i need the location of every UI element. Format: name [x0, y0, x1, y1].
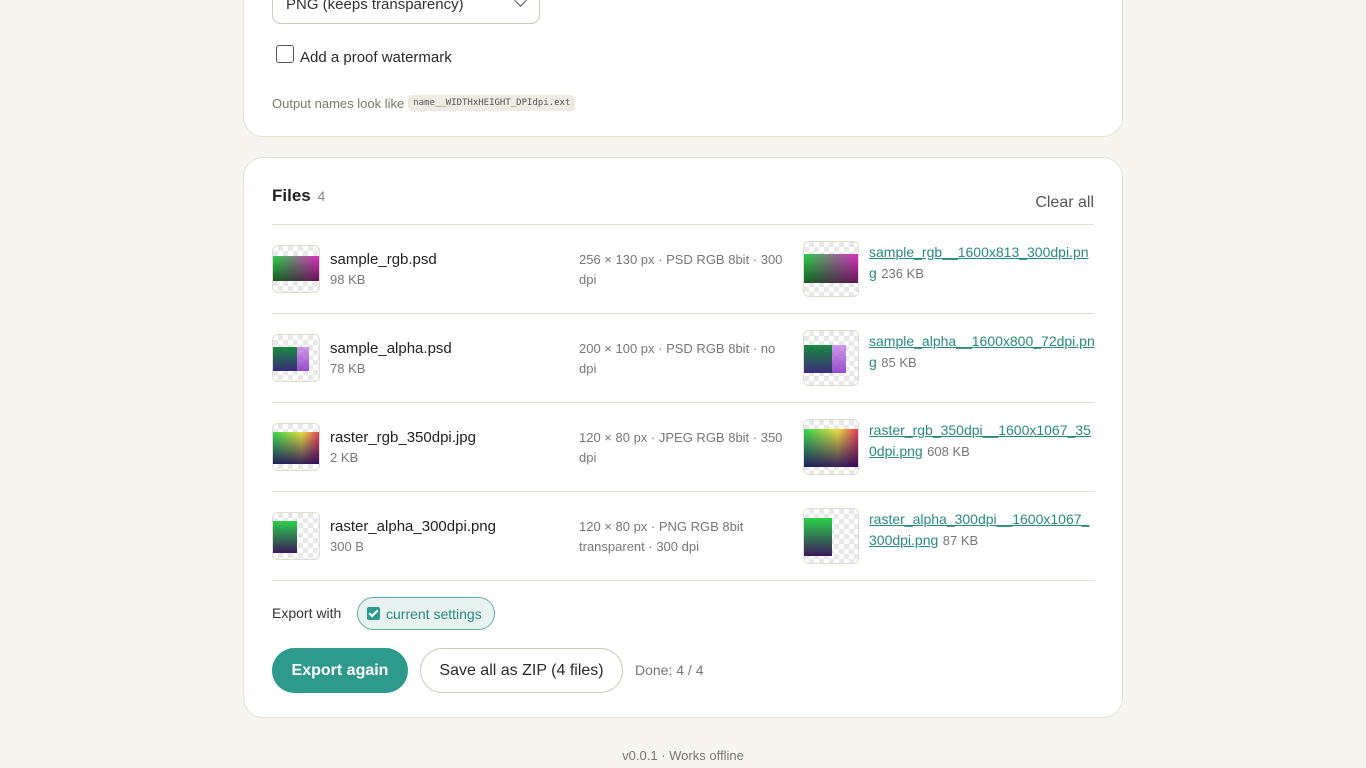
- input-thumbnail: [272, 245, 320, 293]
- file-meta: 256 × 130 px · PSD RGB 8bit · 300 dpi: [579, 252, 783, 287]
- file-name: sample_alpha.psd: [330, 340, 452, 357]
- file-size: 2 KB: [330, 450, 359, 465]
- file-size: 98 KB: [330, 272, 366, 287]
- file-size: 78 KB: [330, 361, 366, 376]
- output-info: raster_rgb_350dpi__1600x1067_350dpi.png …: [869, 420, 1095, 462]
- files-title-text: Files: [272, 186, 311, 205]
- file-row: sample_rgb.psd 98 KB 256 × 130 px · PSD …: [272, 225, 1094, 314]
- clear-all-button[interactable]: Clear all: [1035, 194, 1094, 212]
- current-settings-chip[interactable]: current settings: [357, 597, 495, 630]
- done-status: Done: 4 / 4: [635, 662, 704, 678]
- input-thumbnail: [272, 334, 320, 382]
- output-download-link[interactable]: raster_rgb_350dpi__1600x1067_350dpi.png: [869, 422, 1091, 459]
- file-row: raster_rgb_350dpi.jpg 2 KB 120 × 80 px ·…: [272, 403, 1094, 492]
- file-row: sample_alpha.psd 78 KB 200 × 100 px · PS…: [272, 314, 1095, 403]
- input-thumbnail: [272, 512, 320, 560]
- file-meta: 200 × 100 px · PSD RGB 8bit · no dpi: [579, 341, 776, 376]
- save-zip-button[interactable]: Save all as ZIP (4 files): [420, 648, 623, 693]
- format-select[interactable]: PNG (keeps transparency): [272, 0, 540, 24]
- format-select-value: PNG (keeps transparency): [286, 0, 464, 13]
- output-download-link[interactable]: raster_alpha_300dpi__1600x1067_300dpi.pn…: [869, 511, 1089, 548]
- files-card: Files 4 Clear all sample_rgb.psd 98 KB 2…: [243, 157, 1123, 718]
- naming-hint: Output names look like name__WIDTHxHEIGH…: [272, 95, 576, 111]
- input-thumbnail: [272, 423, 320, 471]
- output-size: 236 KB: [881, 266, 924, 281]
- current-settings-label: current settings: [386, 605, 482, 622]
- files-title: Files 4: [272, 186, 325, 206]
- checkbox-checked-icon: [367, 607, 380, 620]
- file-name: raster_alpha_300dpi.png: [330, 518, 496, 535]
- file-row: raster_alpha_300dpi.png 300 B 120 × 80 p…: [272, 492, 1094, 581]
- file-name: raster_rgb_350dpi.jpg: [330, 429, 476, 446]
- output-thumbnail: [803, 241, 859, 297]
- file-size: 300 B: [330, 539, 364, 554]
- watermark-checkbox[interactable]: [276, 45, 294, 63]
- output-thumbnail: [803, 419, 859, 475]
- file-name: sample_rgb.psd: [330, 251, 437, 268]
- file-meta: 120 × 80 px · PNG RGB 8bit transparent ·…: [579, 519, 744, 554]
- output-size: 85 KB: [881, 355, 917, 370]
- chevron-down-icon: [514, 0, 527, 7]
- output-size: 87 KB: [942, 533, 979, 548]
- output-info: sample_rgb__1600x813_300dpi.png 236 KB: [869, 242, 1095, 284]
- output-size: 608 KB: [927, 444, 970, 459]
- output-thumbnail: [803, 508, 859, 564]
- naming-hint-text: Output names look like: [272, 95, 405, 111]
- export-settings-card: PNG (keeps transparency) Add a proof wat…: [243, 0, 1123, 137]
- divider: [272, 580, 1094, 581]
- export-with-label: Export with: [272, 605, 342, 621]
- watermark-option[interactable]: Add a proof watermark: [276, 45, 452, 66]
- footer: v0.0.1 · Works offline: [622, 748, 744, 763]
- files-count: 4: [317, 188, 326, 204]
- output-thumbnail: [803, 330, 859, 386]
- file-meta: 120 × 80 px · JPEG RGB 8bit · 350 dpi: [579, 430, 783, 465]
- watermark-label[interactable]: Add a proof watermark: [300, 49, 452, 66]
- export-again-button[interactable]: Export again: [272, 648, 408, 693]
- output-info: sample_alpha__1600x800_72dpi.png 85 KB: [869, 331, 1095, 373]
- naming-pattern: name__WIDTHxHEIGHT_DPIdpi.ext: [408, 95, 576, 111]
- output-info: raster_alpha_300dpi__1600x1067_300dpi.pn…: [869, 509, 1095, 551]
